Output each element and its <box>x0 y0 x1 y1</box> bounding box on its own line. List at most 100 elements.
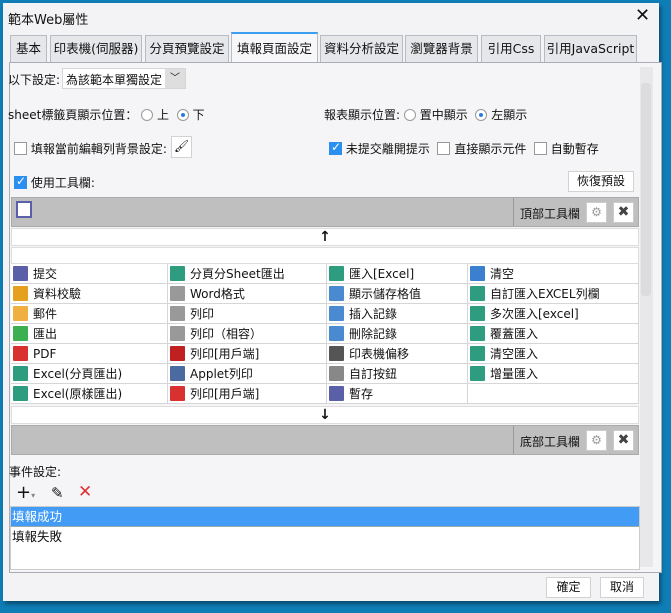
toolbar-button-option[interactable]: 清空 <box>468 264 639 284</box>
toolbar-button-label: 列印 <box>190 307 215 321</box>
toolbar-button-option[interactable]: 自訂按鈕 <box>327 364 468 384</box>
toolbar-button-option[interactable]: Excel(分頁匯出) <box>11 364 168 384</box>
delete-row-icon <box>329 326 344 341</box>
toolbar-button-label: 分頁分Sheet匯出 <box>190 267 285 281</box>
spacer-row <box>11 247 639 264</box>
toolbar-button-option[interactable]: 多次匯入[excel] <box>468 304 639 324</box>
move-icon <box>329 346 344 361</box>
direct-show-checkbox[interactable] <box>437 142 451 155</box>
toolbar-button-option[interactable]: Word格式 <box>168 284 327 304</box>
delete-icon[interactable]: ✕ <box>78 482 92 502</box>
gear-icon[interactable]: ⚙ <box>586 430 607 451</box>
use-toolbar-checkbox[interactable] <box>14 174 27 189</box>
close-circle-icon[interactable]: ✖ <box>613 202 634 223</box>
pdf-print-icon <box>170 386 185 401</box>
scrollbar-thumb[interactable] <box>641 83 651 296</box>
scope-select[interactable]: 為該範本單獨設定 ﹀ <box>62 68 186 89</box>
toolbar-button-option[interactable]: 刪除記錄 <box>327 324 468 344</box>
toolbar-button-option[interactable]: Excel(原樣匯出) <box>11 384 168 404</box>
restore-default-button[interactable]: 恢復預設 <box>568 171 634 192</box>
toolbar-button-option[interactable]: 匯入[Excel] <box>327 264 468 284</box>
excel-icon <box>470 286 485 301</box>
tab-2[interactable]: 分頁預覽設定 <box>145 35 229 63</box>
toolbar-button-option[interactable]: PDF <box>11 344 168 364</box>
toolbar-button-label: 印表機偏移 <box>349 347 410 361</box>
word-icon <box>170 286 185 301</box>
save-icon[interactable] <box>16 201 32 218</box>
radio-top[interactable] <box>141 109 154 121</box>
toolbar-button-option[interactable]: 清空匯入 <box>468 344 639 364</box>
toolbar-button-option[interactable]: 插入記錄 <box>327 304 468 324</box>
leave-prompt-checkbox[interactable] <box>329 140 342 155</box>
tab-3[interactable]: 填報頁面設定 <box>231 32 318 64</box>
events-label: 事件設定: <box>9 465 62 479</box>
mail-icon <box>13 306 28 321</box>
radio-center[interactable] <box>403 109 416 121</box>
auto-save-checkbox[interactable] <box>533 142 547 155</box>
options-group: 未提交離開提示 直接顯示元件 自動暫存 <box>329 140 599 157</box>
toolbar-button-option[interactable]: 增量匯入 <box>468 364 639 384</box>
toolbar-button-label: 多次匯入[excel] <box>490 307 579 321</box>
toolbar-button-option[interactable]: 印表機偏移 <box>327 344 468 364</box>
toolbar-button-label: 插入記錄 <box>349 307 398 321</box>
tab-1[interactable]: 印表機(伺服器) <box>50 35 142 63</box>
edit-icon[interactable]: ✎ <box>51 484 64 502</box>
radio-left[interactable] <box>475 109 488 121</box>
pdf-icon <box>13 346 28 361</box>
printer-icon <box>170 306 185 321</box>
toolbar-button-label: 匯入[Excel] <box>349 267 415 281</box>
toolbar-button-label: 郵件 <box>33 307 58 321</box>
gear-icon[interactable]: ⚙ <box>586 202 607 223</box>
toolbar-button-label: 覆蓋匯入 <box>490 327 539 341</box>
row-bg-checkbox[interactable] <box>14 142 27 155</box>
toolbar-button-option[interactable]: 列印 <box>168 304 327 324</box>
toolbar-button-label: 資料校驗 <box>33 287 82 301</box>
toolbar-button-label: Excel(原樣匯出) <box>33 387 123 401</box>
tab-0[interactable]: 基本 <box>10 35 47 63</box>
excel-icon <box>13 366 28 381</box>
tab-4[interactable]: 資料分析設定 <box>320 35 403 63</box>
toolbar-button-option[interactable]: 列印[用戶端] <box>168 344 327 364</box>
close-icon[interactable]: ✕ <box>635 5 650 26</box>
radio-top-label: 上 <box>157 108 170 122</box>
toolbar-button-option[interactable]: 資料校驗 <box>11 284 168 304</box>
toolbar-button-option[interactable]: 提交 <box>11 264 168 284</box>
bottom-toolbar-label: 底部工具欄 <box>520 435 581 449</box>
toolbar-button-option[interactable]: 匯出 <box>11 324 168 344</box>
toolbar-button-label: 自訂按鈕 <box>349 367 398 381</box>
close-circle-icon[interactable]: ✖ <box>613 430 634 451</box>
ok-button[interactable]: 確定 <box>546 577 591 598</box>
window-title: 範本Web屬性 <box>8 13 89 28</box>
tab-5[interactable]: 瀏覽器背景 <box>405 35 478 63</box>
excel-icon <box>170 266 185 281</box>
radio-bottom[interactable] <box>176 109 189 121</box>
excel-icon <box>470 326 485 341</box>
toolbar-button-option[interactable]: 覆蓋匯入 <box>468 324 639 344</box>
event-item[interactable]: 填報失敗 <box>11 527 639 547</box>
add-icon[interactable]: +▾ <box>16 482 35 503</box>
tab-7[interactable]: 引用JavaScript <box>544 35 637 63</box>
auto-save-label: 自動暫存 <box>550 142 599 156</box>
toolbar-button-option[interactable]: 分頁分Sheet匯出 <box>168 264 327 284</box>
cancel-button[interactable]: 取消 <box>600 577 644 598</box>
button-grid: 提交 分頁分Sheet匯出 匯入[Excel] 清空 資料校驗 Word格式 顯示儲存格值自… <box>11 264 639 404</box>
toolbar-button-option[interactable]: 列印[用戶端] <box>168 384 327 404</box>
arrow-up-icon[interactable]: ↑ <box>11 228 639 246</box>
toolbar-button-option[interactable]: 郵件 <box>11 304 168 324</box>
radio-left-label: 左顯示 <box>491 108 528 122</box>
paint-bucket-icon[interactable]: 🖌 <box>171 136 192 158</box>
toolbar-button-option[interactable]: 暫存 <box>327 384 468 404</box>
toolbar-button-option[interactable]: 列印（相容） <box>168 324 327 344</box>
scope-label: 以下設定: <box>8 73 61 87</box>
toolbar-button-option[interactable]: 自訂匯入EXCEL列欄 <box>468 284 639 304</box>
arrow-down-icon[interactable]: ↓ <box>11 406 639 424</box>
tab-6[interactable]: 引用Css <box>481 35 541 63</box>
event-item[interactable]: 填報成功 <box>11 507 639 527</box>
sheet-position-group: sheet標籤頁顯示位置： 上 下 <box>8 106 205 123</box>
toolbar-button-label: PDF <box>33 346 57 361</box>
toolbar-button-option[interactable]: Applet列印 <box>168 364 327 384</box>
bottom-toolbar: 底部工具欄 ⚙ ✖ <box>11 425 639 455</box>
toolbar-button-option[interactable]: 顯示儲存格值 <box>327 284 468 304</box>
toolbar-button-label: 列印[用戶端] <box>190 347 260 361</box>
radio-bottom-label: 下 <box>192 108 205 122</box>
